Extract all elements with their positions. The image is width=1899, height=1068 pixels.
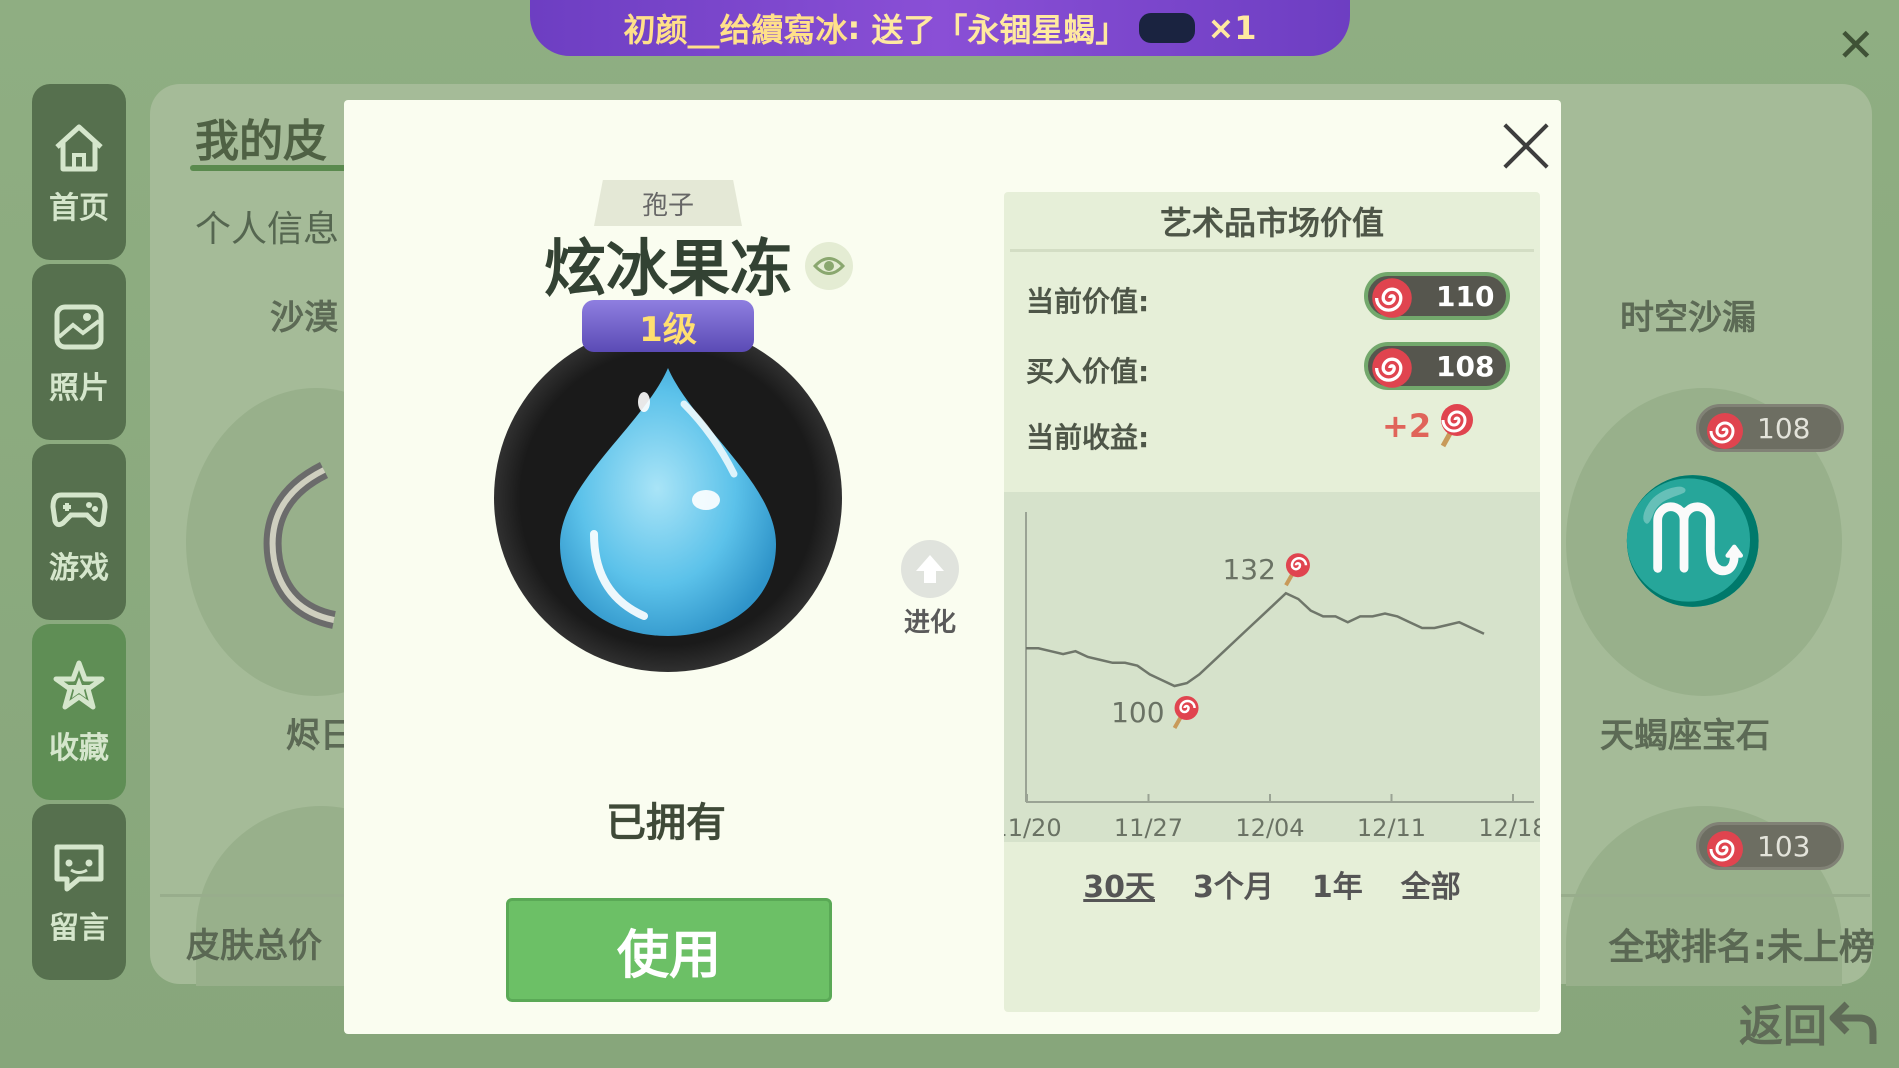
buy-value-label: 买入价值:: [1026, 355, 1150, 388]
owned-status: 已拥有: [606, 800, 726, 846]
sidebar-item-label: 留言: [49, 911, 109, 946]
sidebar-item-messages[interactable]: 留言: [32, 804, 126, 980]
chart-x-tick-label: 11/20: [1004, 814, 1062, 842]
profit-label: 当前收益:: [1026, 421, 1150, 454]
badge-value: 108: [1757, 411, 1811, 445]
candy-icon: [1370, 276, 1414, 327]
photo-icon: [54, 304, 104, 350]
time-range-tabs: 30天 3个月 1年 全部: [1004, 862, 1540, 906]
back-button[interactable]: 返回: [1739, 990, 1879, 1054]
sidebar-item-label: 收藏: [49, 731, 109, 766]
eye-icon[interactable]: [805, 242, 853, 290]
tab-1-year[interactable]: 1年: [1306, 862, 1369, 906]
gift-icon: [1139, 13, 1196, 43]
water-drop-icon: [560, 368, 776, 636]
home-icon: [55, 124, 103, 172]
evolve-button[interactable]: 进化: [890, 540, 970, 639]
background-page-title: 我的皮: [195, 116, 327, 167]
item-detail-modal: 孢子 炫冰果冻 1级 进化 已拥有 使用 艺术品市场价值 当前价值: 110 买…: [344, 100, 1561, 1034]
profit-value: +2: [1382, 407, 1432, 445]
chart-annotation-label: 132: [1222, 553, 1275, 586]
message-icon: [54, 844, 104, 892]
item-name: 炫冰果冻: [544, 232, 793, 305]
lollipop-icon: [1284, 553, 1310, 587]
back-label: 返回: [1739, 1001, 1827, 1052]
sidebar-item-label: 照片: [49, 371, 109, 406]
buy-value: 108: [1436, 349, 1495, 383]
notification-message: 送了「永锢星蝎」: [871, 11, 1128, 49]
candy-icon: [1705, 829, 1745, 876]
lollipop-icon: [1172, 696, 1199, 729]
sidebar-item-home[interactable]: 首页: [32, 84, 126, 260]
lollipop-icon: [1440, 404, 1474, 448]
sidebar-item-label: 首页: [49, 191, 109, 226]
background-right-price-badge: 108: [1696, 404, 1844, 452]
sidebar-item-collection[interactable]: 收藏: [32, 624, 126, 800]
sidebar-item-games[interactable]: 游戏: [32, 444, 126, 620]
tab-3-months[interactable]: 3个月: [1187, 862, 1280, 906]
background-right-item-label: 天蝎座宝石: [1600, 716, 1770, 756]
background-close-button[interactable]: ✕: [1836, 18, 1875, 72]
sidebar-item-photos[interactable]: 照片: [32, 264, 126, 440]
return-arrow-icon: [1829, 1001, 1877, 1044]
background-total-price-label: 皮肤总价: [186, 926, 322, 966]
sidebar: 首页 照片 游戏 收藏 留言: [32, 84, 126, 984]
background-left-label: 沙漠: [270, 298, 338, 338]
modal-close-button[interactable]: [1494, 114, 1556, 176]
price-chart-svg: 11/20 11/27 12/04 12/11 12/18 100 132: [1004, 512, 1540, 842]
evolve-arrow-icon: [901, 540, 959, 598]
evolve-label: 进化: [903, 608, 956, 638]
buy-value-badge: 108: [1364, 342, 1510, 390]
profit-value-group: +2: [1382, 402, 1475, 450]
market-value-panel: 艺术品市场价值 当前价值: 110 买入价值: 108 当前收益: +2 11/…: [1004, 192, 1540, 1012]
background-subtitle: 个人信息: [195, 209, 340, 250]
price-history-chart: 11/20 11/27 12/04 12/11 12/18 100 132: [1004, 492, 1540, 842]
item-preview: 1级: [494, 300, 842, 672]
gift-notification-banner: 初颜__给續寫冰 : 送了「永锢星蝎」 ×1: [530, 0, 1350, 56]
chart-x-tick-label: 11/27: [1114, 814, 1183, 842]
use-button[interactable]: 使用: [506, 898, 832, 1002]
chart-annotation-label: 100: [1111, 696, 1164, 729]
level-badge: 1级: [582, 300, 754, 352]
background-right-price-badge-2: 103: [1696, 822, 1844, 870]
chart-x-tick-label: 12/04: [1235, 814, 1304, 842]
scythe-icon: [254, 460, 344, 630]
tab-30-days[interactable]: 30天: [1077, 862, 1161, 906]
current-value: 110: [1436, 279, 1495, 313]
tab-all[interactable]: 全部: [1395, 862, 1467, 906]
scorpio-gem-icon: ♏: [1618, 470, 1768, 611]
background-global-rank: 全球排名:未上榜: [1608, 927, 1875, 968]
sidebar-item-label: 游戏: [49, 551, 109, 586]
candy-icon: [1370, 346, 1414, 397]
background-right-label: 时空沙漏: [1620, 298, 1756, 338]
chart-x-tick-label: 12/18: [1478, 814, 1540, 842]
chart-x-tick-label: 12/11: [1357, 814, 1426, 842]
candy-icon: [1705, 411, 1745, 458]
gamepad-icon: [50, 492, 108, 528]
badge-value: 103: [1757, 829, 1811, 863]
current-value-badge: 110: [1364, 272, 1510, 320]
background-tab-underline: [190, 165, 350, 171]
market-title: 艺术品市场价值: [1010, 192, 1534, 252]
current-value-label: 当前价值:: [1026, 285, 1150, 318]
star-icon: [53, 660, 105, 710]
chart-series-line: [1026, 591, 1485, 688]
notification-count: ×1: [1207, 9, 1257, 47]
item-orb-frame: [494, 324, 842, 672]
notification-sender: 初颜__给續寫冰: [623, 11, 848, 49]
